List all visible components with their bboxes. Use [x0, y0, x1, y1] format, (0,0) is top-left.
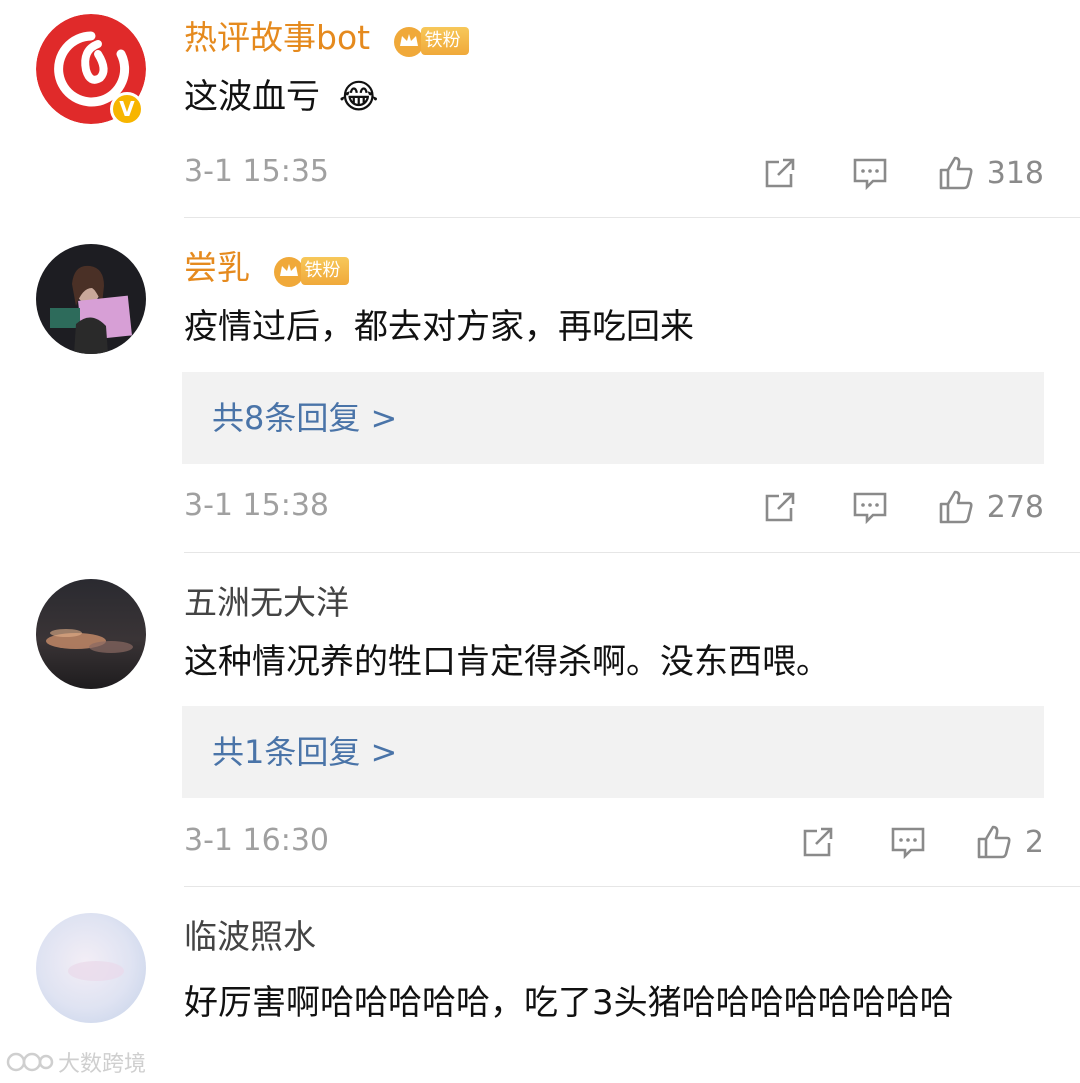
comment-item: V 热评故事bot 铁粉 这波血亏 😂 3-1 15:35 318: [0, 0, 1080, 218]
forward-icon[interactable]: [761, 154, 799, 192]
comment-meta: 3-1 15:38 278: [184, 484, 1044, 530]
like-icon[interactable]: [937, 154, 975, 192]
timestamp: 3-1 16:30: [184, 823, 329, 858]
username[interactable]: 临波照水: [184, 917, 316, 957]
comment-text: 疫情过后，都去对方家，再吃回来: [184, 307, 694, 347]
comment-icon[interactable]: [889, 823, 927, 861]
like-count: 2: [1024, 824, 1044, 860]
like-icon[interactable]: [937, 488, 975, 526]
avatar[interactable]: [36, 579, 146, 689]
action-bar: 2: [799, 819, 1044, 865]
forward-icon[interactable]: [799, 823, 837, 861]
watermark-text: 大数跨境: [58, 1052, 147, 1077]
comment-icon[interactable]: [851, 154, 889, 192]
action-bar: 278: [761, 484, 1044, 530]
avatar-photo: [36, 913, 146, 1023]
username[interactable]: 尝乳 铁粉: [184, 248, 349, 288]
view-replies-link[interactable]: 共8条回复 >: [212, 394, 397, 442]
comment-item: 尝乳 铁粉 疫情过后，都去对方家，再吃回来 共8条回复 > 3-1 15:38 …: [0, 218, 1080, 552]
comment-text: 好厉害啊哈哈哈哈哈，吃了3头猪哈哈哈哈哈哈哈哈: [184, 983, 954, 1023]
like-count: 278: [986, 489, 1044, 525]
timestamp: 3-1 15:35: [184, 154, 329, 189]
fan-badge[interactable]: 铁粉: [271, 250, 349, 287]
view-replies-link[interactable]: 共1条回复 >: [212, 728, 397, 776]
timestamp: 3-1 15:38: [184, 488, 329, 523]
comment-item: 临波照水 好厉害啊哈哈哈哈哈，吃了3头猪哈哈哈哈哈哈哈哈: [0, 887, 1080, 1083]
like-count: 318: [986, 155, 1044, 191]
action-bar: 318: [761, 150, 1044, 196]
comment-text: 这种情况养的牲口肯定得杀啊。没东西喂。: [184, 642, 830, 682]
avatar[interactable]: [36, 244, 146, 354]
fan-badge-label: 铁粉: [420, 27, 469, 55]
username-text[interactable]: 尝乳: [184, 248, 250, 287]
username[interactable]: 五洲无大洋: [184, 583, 349, 623]
username[interactable]: 热评故事bot 铁粉: [184, 18, 469, 58]
comment-icon[interactable]: [851, 488, 889, 526]
reply-box[interactable]: 共8条回复 >: [182, 372, 1044, 464]
watermark-logo-icon: [6, 1052, 54, 1072]
watermark: 大数跨境: [6, 1046, 146, 1078]
like-icon[interactable]: [975, 823, 1013, 861]
verified-icon: V: [110, 92, 144, 126]
username-text[interactable]: 热评故事bot: [184, 18, 370, 57]
comment-meta: 3-1 16:30 2: [184, 819, 1044, 865]
avatar[interactable]: [36, 913, 146, 1023]
laughing-emoji-icon: 😂: [338, 77, 379, 117]
comment-item: 五洲无大洋 这种情况养的牲口肯定得杀啊。没东西喂。 共1条回复 > 3-1 16…: [0, 553, 1080, 887]
fan-badge-label: 铁粉: [300, 257, 349, 285]
comment-meta: 3-1 15:35 318: [184, 150, 1044, 196]
comment-text-content: 这波血亏: [184, 77, 320, 117]
reply-box[interactable]: 共1条回复 >: [182, 706, 1044, 798]
avatar-photo: [36, 579, 146, 689]
forward-icon[interactable]: [761, 488, 799, 526]
avatar-photo: [36, 244, 146, 354]
fan-badge[interactable]: 铁粉: [391, 20, 469, 57]
comment-text: 这波血亏 😂: [184, 74, 1044, 120]
